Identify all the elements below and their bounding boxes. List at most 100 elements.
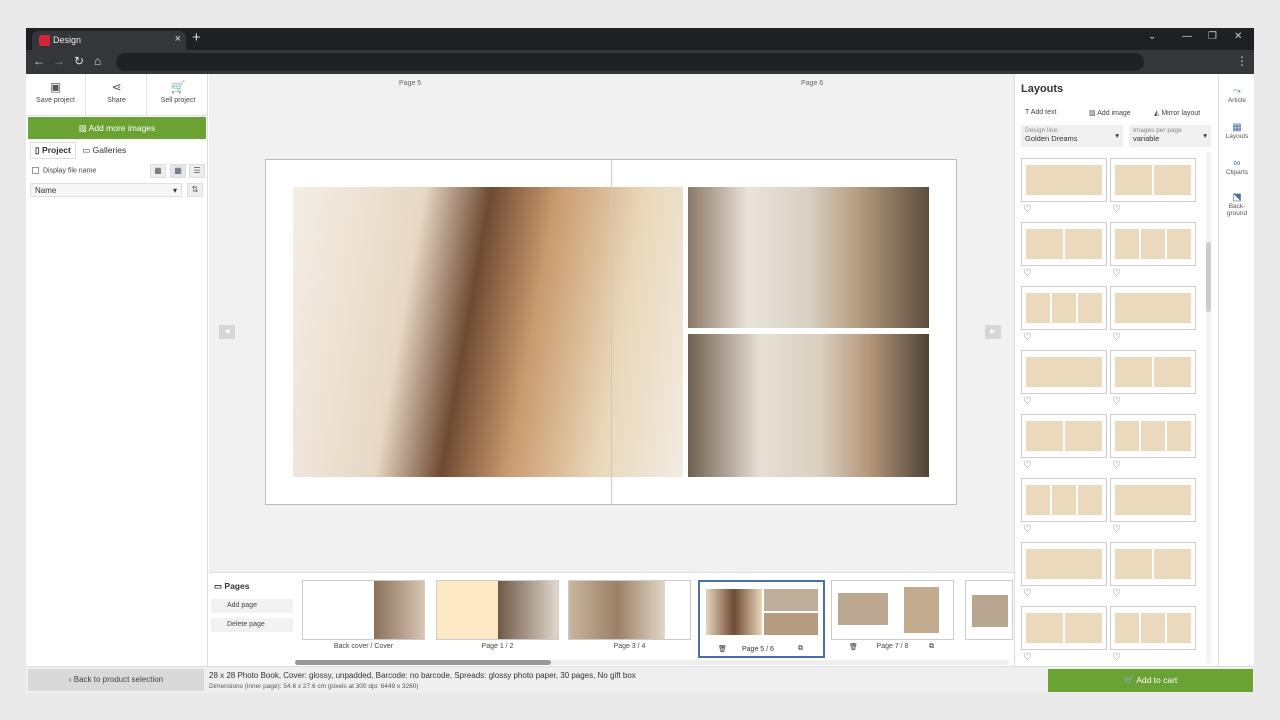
- layout-preview[interactable]: [1110, 222, 1196, 266]
- cliparts-label: Cliparts: [1225, 169, 1249, 176]
- sort-select[interactable]: Name ▾: [30, 183, 182, 197]
- layout-preview[interactable]: [1021, 350, 1107, 394]
- favorite-heart-icon[interactable]: ♡: [1112, 268, 1121, 279]
- thumb-page-7-8[interactable]: [831, 580, 954, 640]
- favorite-heart-icon[interactable]: ♡: [1112, 204, 1121, 215]
- favorite-heart-icon[interactable]: ♡: [1023, 332, 1032, 343]
- scroll-thumb[interactable]: [1206, 242, 1211, 312]
- close-tab-icon[interactable]: ×: [175, 33, 181, 45]
- forward-arrow-icon[interactable]: →: [53, 54, 65, 68]
- list-view-button[interactable]: ☰: [189, 164, 205, 178]
- layout-preview[interactable]: [1110, 606, 1196, 650]
- favorite-heart-icon[interactable]: ♡: [1112, 588, 1121, 599]
- close-window-icon[interactable]: ✕: [1234, 31, 1242, 42]
- share-button[interactable]: ⋖ Share: [87, 74, 147, 116]
- mirror-layout-button[interactable]: ◭ Mirror layout: [1154, 109, 1200, 117]
- layout-preview[interactable]: [1021, 414, 1107, 458]
- address-bar[interactable]: [116, 53, 1144, 71]
- duplicate-icon[interactable]: ⧉: [929, 643, 934, 651]
- layouts-icon: ▦: [1232, 122, 1242, 133]
- add-page-button[interactable]: Add page: [211, 599, 293, 613]
- cart-label: Add to cart: [1136, 675, 1178, 685]
- favorite-heart-icon[interactable]: ♡: [1112, 332, 1121, 343]
- layout-preview[interactable]: [1021, 542, 1107, 586]
- ipp-value: variable: [1133, 134, 1160, 143]
- duplicate-icon[interactable]: ⧉: [798, 645, 803, 653]
- thumb-page-9-10[interactable]: [965, 580, 1013, 640]
- layout-preview[interactable]: [1110, 478, 1196, 522]
- back-to-product-button[interactable]: ‹ Back to product selection: [28, 669, 204, 691]
- trash-icon[interactable]: 🗑: [718, 645, 727, 653]
- pages-scrollbar[interactable]: [295, 660, 1009, 665]
- delete-page-button[interactable]: Delete page: [211, 618, 293, 632]
- layout-preview[interactable]: [1110, 350, 1196, 394]
- add-images-label: Add more images: [88, 123, 156, 133]
- favorite-heart-icon[interactable]: ♡: [1112, 652, 1121, 663]
- minimize-icon[interactable]: —: [1182, 31, 1192, 42]
- home-icon[interactable]: ⌂: [94, 54, 101, 68]
- add-more-images-button[interactable]: ▨ Add more images: [28, 117, 206, 139]
- images-per-page-select[interactable]: Images per page variable ▾: [1129, 125, 1211, 147]
- favorite-heart-icon[interactable]: ♡: [1023, 588, 1032, 599]
- layout-preview[interactable]: [1110, 414, 1196, 458]
- sell-project-button[interactable]: 🛒 Sell project: [148, 74, 208, 116]
- favorite-heart-icon[interactable]: ♡: [1023, 396, 1032, 407]
- main-photo[interactable]: [293, 187, 683, 477]
- cliparts-button[interactable]: ∞ Cliparts: [1219, 158, 1254, 176]
- reload-icon[interactable]: ↻: [74, 54, 84, 68]
- favorite-heart-icon[interactable]: ♡: [1023, 268, 1032, 279]
- layout-preview[interactable]: [1021, 222, 1107, 266]
- tab-project[interactable]: ▯ Project: [30, 142, 76, 159]
- background-button[interactable]: ⬔ Back-ground: [1219, 192, 1254, 217]
- display-file-name-toggle[interactable]: Display file name: [32, 167, 96, 174]
- prev-spread-button[interactable]: ◂: [219, 325, 235, 339]
- layout-slot: [1115, 485, 1191, 515]
- tab-search-icon[interactable]: ⌄: [1148, 31, 1156, 42]
- tab-galleries[interactable]: ▭ Galleries: [78, 143, 130, 158]
- large-grid-view-button[interactable]: ▦: [150, 164, 166, 178]
- scroll-thumb[interactable]: [295, 660, 551, 665]
- layout-slot: [1026, 165, 1102, 195]
- checkbox[interactable]: [32, 167, 39, 174]
- restore-icon[interactable]: ❐: [1208, 31, 1217, 42]
- add-text-button[interactable]: T Add text: [1025, 109, 1056, 116]
- layout-preview[interactable]: [1021, 478, 1107, 522]
- back-arrow-icon[interactable]: ←: [33, 54, 45, 68]
- add-image-button[interactable]: ▨ Add image: [1089, 109, 1131, 117]
- menu-kebab-icon[interactable]: ⋮: [1236, 54, 1248, 68]
- share-icon: ⋖: [111, 80, 122, 94]
- favorite-heart-icon[interactable]: ♡: [1112, 396, 1121, 407]
- layouts-button[interactable]: ▦ Layouts: [1219, 122, 1254, 140]
- favorite-heart-icon[interactable]: ♡: [1023, 524, 1032, 535]
- top-right-photo[interactable]: [688, 187, 929, 328]
- sort-direction-button[interactable]: ⇅: [187, 183, 203, 197]
- browser-tab[interactable]: Design ×: [32, 31, 186, 50]
- small-grid-view-button[interactable]: ▦: [170, 164, 186, 178]
- layout-preview[interactable]: [1021, 286, 1107, 330]
- thumb-page-5-6[interactable]: 🗑 Page 5 / 6 ⧉: [698, 580, 825, 658]
- book-icon: ▭: [214, 581, 225, 591]
- favorite-heart-icon[interactable]: ♡: [1112, 460, 1121, 471]
- layouts-scrollbar[interactable]: [1206, 152, 1211, 664]
- favorite-heart-icon[interactable]: ♡: [1023, 460, 1032, 471]
- thumb-cover[interactable]: [302, 580, 425, 640]
- layout-preview[interactable]: [1021, 158, 1107, 202]
- design-line-select[interactable]: Design line: Golden Dreams ▾: [1021, 125, 1123, 147]
- thumb-page-1-2[interactable]: [436, 580, 559, 640]
- layout-slot: [1115, 293, 1191, 323]
- layout-preview[interactable]: [1110, 158, 1196, 202]
- bottom-right-photo[interactable]: [688, 334, 929, 477]
- new-tab-button[interactable]: +: [192, 29, 201, 46]
- add-to-cart-button[interactable]: 🛒 Add to cart: [1048, 669, 1253, 692]
- layout-preview[interactable]: [1110, 542, 1196, 586]
- favorite-heart-icon[interactable]: ♡: [1023, 652, 1032, 663]
- article-button[interactable]: ⤳ Article: [1219, 86, 1254, 104]
- layout-preview[interactable]: [1021, 606, 1107, 650]
- next-spread-button[interactable]: ▸: [985, 325, 1001, 339]
- save-project-button[interactable]: ▣ Save project: [26, 74, 86, 116]
- thumb-page-3-4[interactable]: [568, 580, 691, 640]
- favorite-heart-icon[interactable]: ♡: [1112, 524, 1121, 535]
- favorite-heart-icon[interactable]: ♡: [1023, 204, 1032, 215]
- layout-preview[interactable]: [1110, 286, 1196, 330]
- layout-slot: [1154, 357, 1191, 387]
